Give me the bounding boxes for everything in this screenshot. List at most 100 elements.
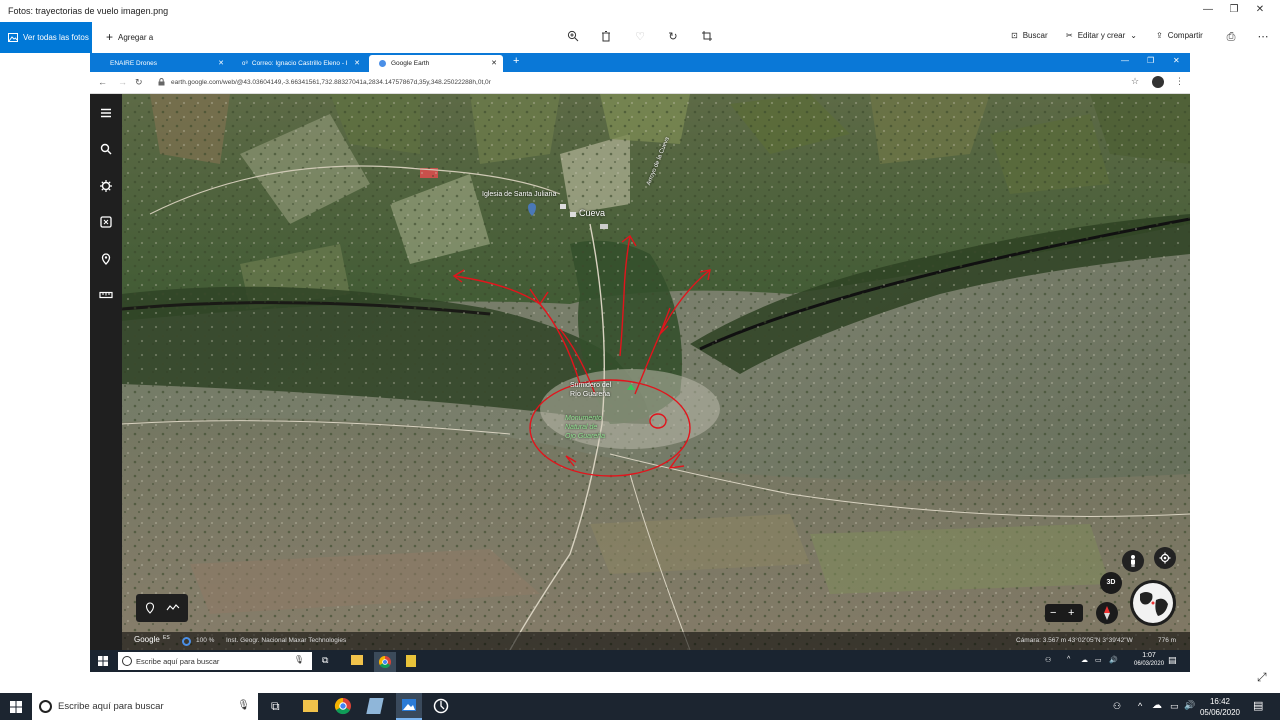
inner-clock[interactable]: 1:07 06/03/2020 — [1134, 651, 1164, 669]
people-icon[interactable]: ⚇ — [1113, 701, 1121, 712]
bookmark-star-icon[interactable]: ☆ — [1131, 76, 1139, 87]
address-bar: ← → ↻ earth.google.com/web/@43.03604149,… — [90, 72, 1190, 94]
map-label-church[interactable]: Iglesia de Santa Juliana — [482, 191, 556, 198]
earth-favicon-icon — [379, 60, 386, 67]
tab-label: Google Earth — [391, 60, 430, 67]
my-location-icon[interactable] — [1154, 547, 1176, 569]
crop-icon[interactable] — [700, 30, 714, 44]
action-center-icon[interactable]: ▤ — [1253, 699, 1263, 712]
earth-viewport[interactable]: Iglesia de Santa Juliana Cueva Arroyo de… — [90, 94, 1190, 650]
share-label: Compartir — [1167, 31, 1203, 40]
close-tab-icon[interactable]: ✕ — [491, 59, 497, 67]
region-label: ES — [163, 635, 170, 641]
tab-correo[interactable]: o⁸ Correo: Ignacio Castrillo Eleno - I ✕ — [232, 55, 366, 72]
earth-status-bar: Google ES 100 % Inst. Geogr. Nacional Ma… — [122, 632, 1190, 650]
notepad-icon[interactable] — [366, 698, 384, 714]
file-explorer-icon[interactable] — [303, 700, 318, 712]
favorite-icon[interactable]: ♡ — [633, 30, 647, 44]
menu-icon[interactable] — [99, 106, 113, 120]
volume-icon[interactable]: 🔊 — [1184, 700, 1195, 711]
compass-icon[interactable] — [1096, 602, 1118, 624]
task-view-icon[interactable]: ⧉ — [271, 699, 280, 714]
forward-icon[interactable]: → — [118, 77, 127, 87]
network-icon[interactable]: ▭ — [1095, 656, 1102, 664]
fullscreen-expand-icon[interactable]: ⤢ — [1257, 670, 1267, 685]
satellite-map[interactable] — [90, 94, 1190, 650]
google-logo: Google — [134, 635, 160, 644]
chrome-icon[interactable] — [334, 697, 352, 715]
edit-create-button[interactable]: ✂ Editar y crear ⌄ — [1066, 31, 1137, 40]
browser-menu-icon[interactable]: ⋮ — [1175, 76, 1184, 87]
close-tab-icon[interactable]: ✕ — [354, 59, 360, 67]
windows-start-icon[interactable] — [10, 701, 22, 713]
more-icon[interactable]: ⋯ — [1256, 30, 1270, 44]
network-icon[interactable]: ▭ — [1170, 701, 1179, 712]
tab-enaire[interactable]: ENAIRE Drones ✕ — [96, 55, 230, 72]
map-label-monument[interactable]: Monumento Natural de Ojo Guareña — [565, 414, 605, 441]
mic-icon: 🎙 — [293, 655, 304, 664]
taskbar-search-box[interactable]: Escribe aquí para buscar 🎙 — [32, 693, 258, 720]
url-field[interactable]: earth.google.com/web/@43.03604149,-3.663… — [171, 79, 491, 86]
delete-icon[interactable] — [599, 30, 613, 44]
task-view-icon[interactable]: ⧉ — [322, 655, 328, 666]
minimize-icon[interactable]: — — [1200, 4, 1216, 15]
close-tab-icon[interactable]: ✕ — [218, 59, 224, 67]
plus-icon: + — [106, 30, 114, 44]
edit-label: Editar y crear — [1077, 31, 1126, 40]
chrome-taskbar-active[interactable] — [374, 652, 396, 672]
map-label-town[interactable]: Cueva — [579, 208, 605, 218]
feeling-lucky-icon[interactable] — [99, 215, 113, 229]
notification-icon[interactable]: ▤ — [1168, 655, 1177, 666]
weather-icon[interactable]: ☁ — [1152, 700, 1162, 711]
file-explorer-icon[interactable] — [351, 655, 363, 665]
share-button[interactable]: ⇪ Compartir — [1156, 31, 1203, 40]
path-icon[interactable] — [166, 603, 180, 613]
all-photos-button[interactable]: Ver todas las fotos — [0, 22, 92, 53]
zoom-out-icon[interactable]: − — [1050, 604, 1056, 622]
3d-toggle-button[interactable]: 3D — [1100, 572, 1122, 594]
zoom-in-icon[interactable]: + — [1068, 604, 1074, 622]
add-to-button[interactable]: + Agregar a — [106, 30, 153, 44]
browser-close-icon[interactable]: ✕ — [1173, 56, 1180, 65]
back-icon[interactable]: ← — [98, 77, 107, 87]
notes-app-icon[interactable] — [406, 655, 416, 667]
close-icon[interactable]: ✕ — [1252, 4, 1268, 15]
reload-icon[interactable]: ↻ — [135, 77, 143, 88]
search-button[interactable]: ⊡ Buscar — [1011, 31, 1048, 40]
placemark-icon[interactable] — [145, 602, 155, 614]
people-icon[interactable]: ⚇ — [1045, 656, 1051, 664]
inner-time: 1:07 — [1142, 652, 1156, 659]
search-label: Buscar — [1022, 31, 1048, 40]
globe-minimap-icon[interactable] — [1130, 580, 1176, 626]
inner-search-box[interactable]: Escribe aquí para buscar 🎙 — [118, 652, 312, 670]
voyager-icon[interactable] — [99, 179, 113, 193]
pegman-icon[interactable] — [1122, 550, 1144, 572]
cloud-icon[interactable]: ☁ — [1081, 656, 1088, 664]
zoom-icon[interactable] — [566, 30, 580, 44]
scale-readout: 776 m — [1158, 637, 1177, 644]
browser-minimize-icon[interactable]: — — [1121, 56, 1129, 65]
imagery-credits: Inst. Geogr. Nacional Maxar Technologies — [226, 637, 347, 644]
new-tab-icon[interactable]: + — [513, 55, 519, 67]
profile-avatar[interactable] — [1152, 76, 1164, 88]
rotate-icon[interactable]: ↻ — [666, 30, 680, 44]
tray-chevron-icon[interactable]: ^ — [1067, 656, 1070, 663]
tab-strip: ENAIRE Drones ✕ o⁸ Correo: Ignacio Castr… — [90, 53, 1190, 72]
tray-chevron-icon[interactable]: ^ — [1138, 701, 1142, 711]
edit-icon: ✂ — [1066, 31, 1073, 40]
clock[interactable]: 16:42 05/06/2020 — [1198, 696, 1242, 718]
map-label-sink[interactable]: Sumidero del Río Guareña — [570, 381, 611, 399]
projects-pin-icon[interactable] — [99, 252, 113, 266]
search-icon[interactable] — [99, 142, 113, 156]
windows-start-icon[interactable] — [98, 656, 108, 666]
measure-ruler-icon[interactable] — [99, 288, 113, 302]
browser-restore-icon[interactable]: ❐ — [1147, 56, 1154, 65]
3d-label: 3D — [1106, 579, 1116, 586]
maximize-icon[interactable]: ❐ — [1226, 4, 1242, 15]
outlook-icon: o⁸ — [242, 60, 248, 67]
photos-taskbar-active[interactable] — [396, 693, 422, 720]
tab-google-earth[interactable]: Google Earth ✕ — [369, 55, 503, 72]
app-circle-icon[interactable] — [433, 698, 449, 714]
print-icon[interactable]: ⎙ — [1224, 30, 1238, 44]
volume-icon[interactable]: 🔊 — [1109, 656, 1118, 664]
